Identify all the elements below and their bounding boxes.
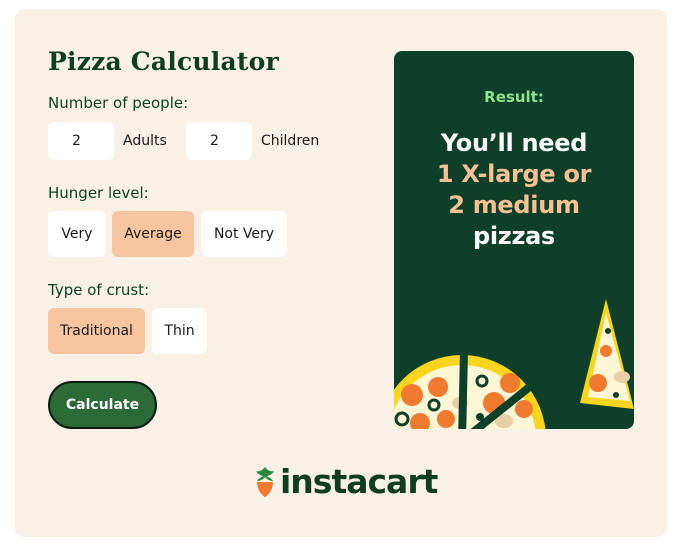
pizza-illustration — [394, 299, 634, 429]
instacart-logo[interactable]: instacart — [280, 462, 438, 501]
pizza-slice-icon — [580, 299, 634, 409]
crust-option-thin[interactable]: Thin — [152, 308, 207, 354]
result-line-2: 1 X-large or — [436, 160, 592, 188]
crust-label: Type of crust: — [48, 281, 150, 299]
result-label: Result: — [484, 88, 544, 106]
result-line-3: 2 medium — [448, 191, 580, 219]
hunger-option-average[interactable]: Average — [112, 211, 194, 257]
hunger-option-very[interactable]: Very — [48, 211, 106, 257]
result-line-4: pizzas — [472, 222, 556, 250]
hunger-option-not-very[interactable]: Not Very — [201, 211, 287, 257]
result-text: You’ll need 1 X-large or 2 medium pizzas — [394, 128, 634, 252]
hunger-label: Hunger level: — [48, 184, 149, 202]
result-panel: Result: You’ll need 1 X-large or 2 mediu… — [394, 51, 634, 429]
children-input[interactable] — [186, 122, 252, 160]
people-label: Number of people: — [48, 94, 189, 112]
adults-label: Adults — [123, 133, 167, 149]
result-line-1: You’ll need — [440, 129, 588, 157]
crust-option-traditional[interactable]: Traditional — [48, 308, 145, 354]
page-title: Pizza Calculator — [48, 47, 279, 76]
carrot-icon — [256, 467, 274, 497]
pizza-whole-icon — [394, 350, 546, 429]
adults-input[interactable] — [48, 122, 114, 160]
calculate-button[interactable]: Calculate — [48, 381, 157, 429]
children-label: Children — [261, 133, 320, 149]
